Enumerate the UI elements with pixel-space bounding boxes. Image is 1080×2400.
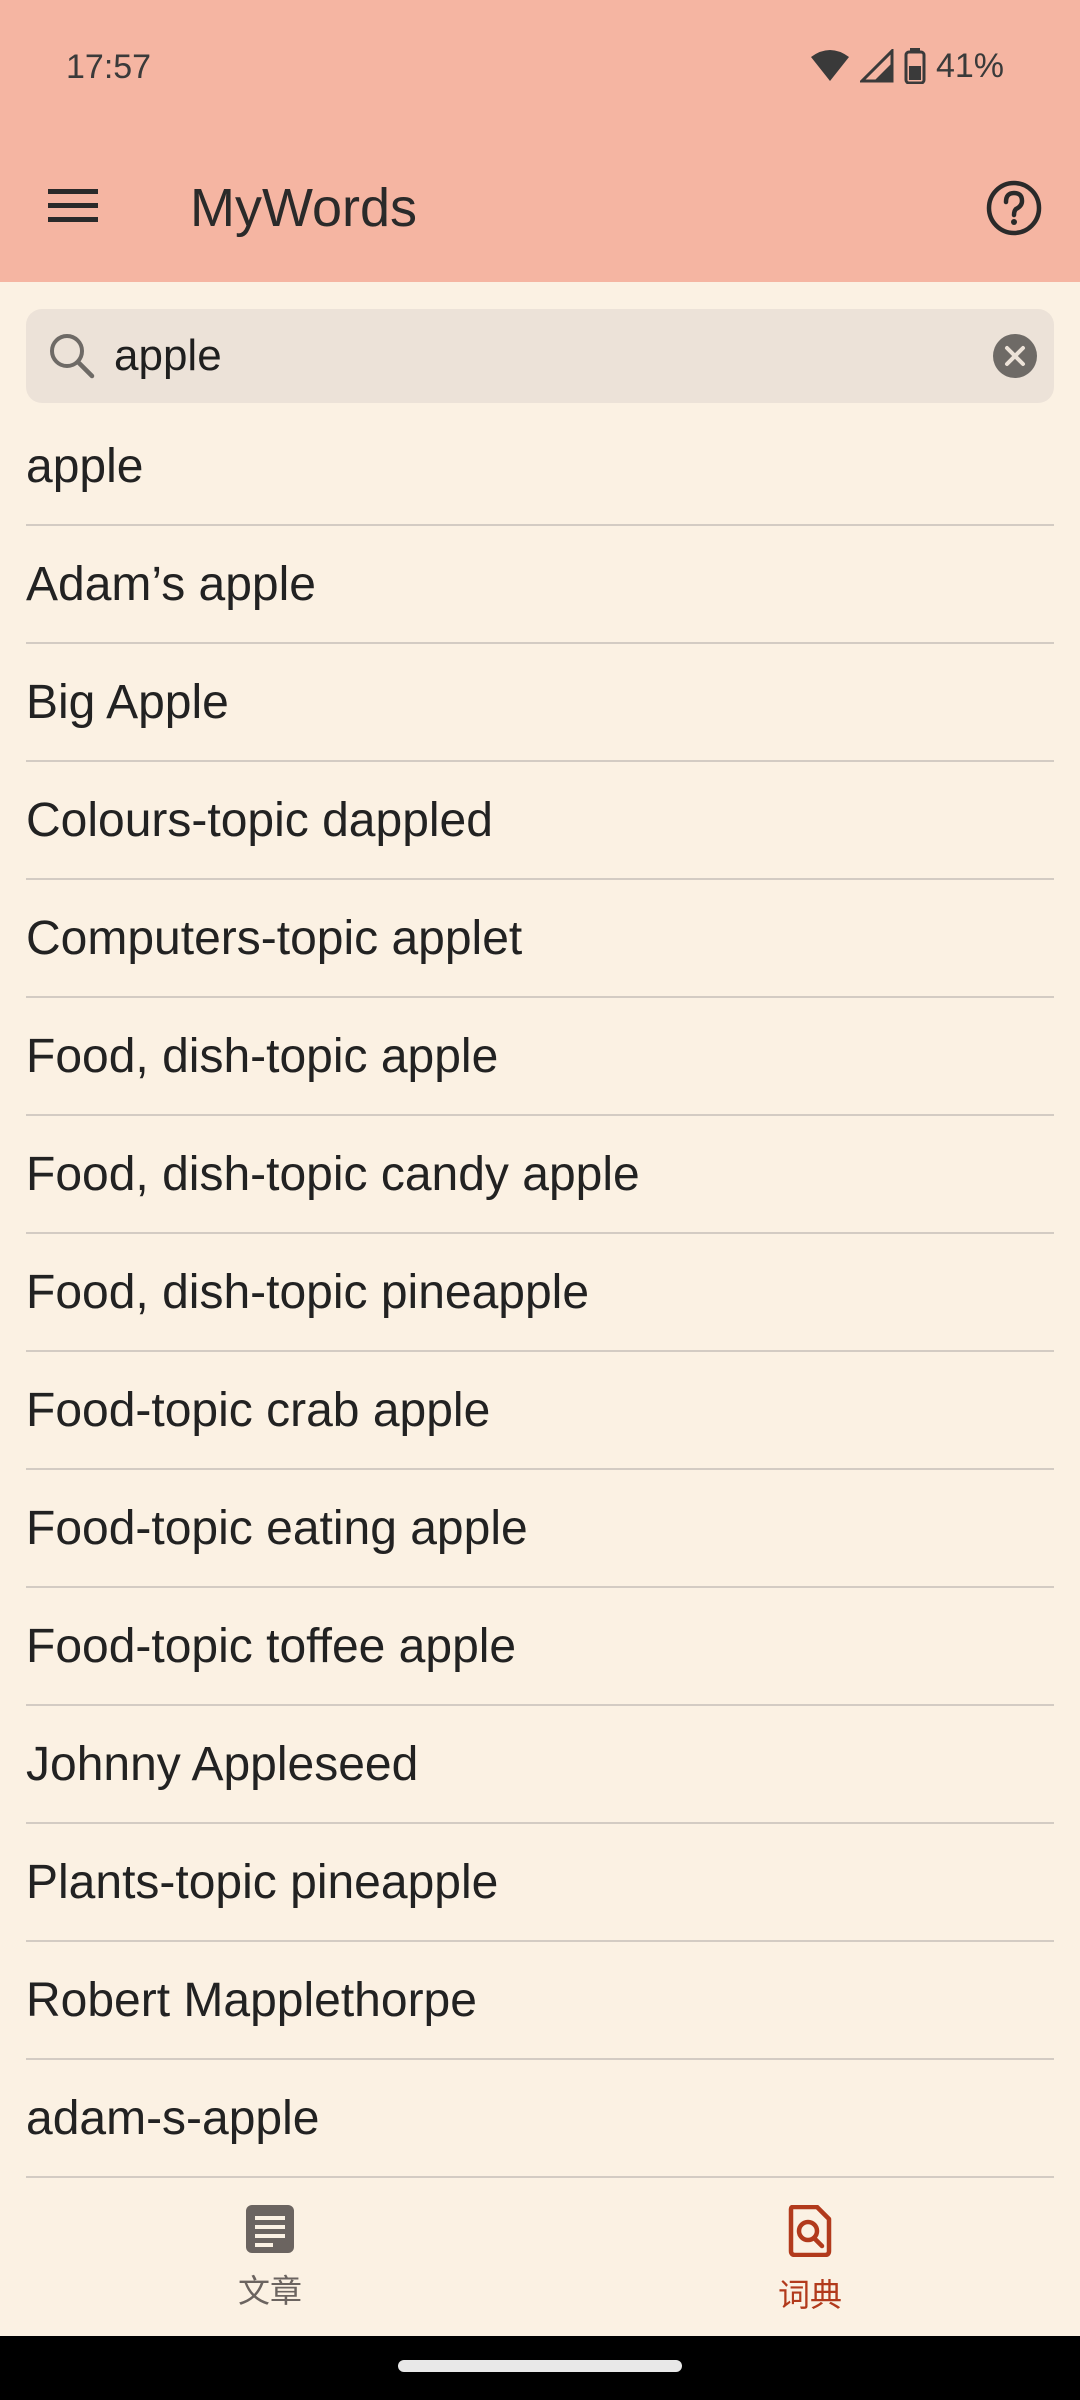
nav-item-dictionary[interactable]: 词典 bbox=[720, 2204, 900, 2325]
clear-icon bbox=[993, 334, 1037, 378]
result-label: Food, dish-topic candy apple bbox=[26, 1147, 640, 1201]
search-input[interactable] bbox=[108, 309, 974, 403]
menu-icon bbox=[48, 187, 98, 230]
app-title: MyWords bbox=[190, 178, 418, 238]
status-bar: 17:57 41% bbox=[0, 0, 1080, 134]
search-bar bbox=[26, 309, 1054, 403]
result-label: apple bbox=[26, 439, 144, 493]
battery-percent: 41% bbox=[935, 46, 1004, 85]
battery-icon bbox=[904, 48, 926, 84]
menu-button[interactable] bbox=[30, 170, 116, 246]
result-item[interactable]: Food, dish-topic candy apple bbox=[26, 1116, 1054, 1234]
result-label: Robert Mapplethorpe bbox=[26, 1973, 477, 2027]
search-icon bbox=[46, 330, 98, 382]
dictionary-search-icon bbox=[787, 2204, 833, 2262]
result-item[interactable]: Food-topic toffee apple bbox=[26, 1588, 1054, 1706]
home-indicator[interactable] bbox=[398, 2360, 682, 2372]
gesture-bar bbox=[0, 2336, 1080, 2400]
result-label: Food-topic crab apple bbox=[26, 1383, 491, 1437]
result-item[interactable]: Food-topic eating apple bbox=[26, 1470, 1054, 1588]
result-item[interactable]: Plants-topic pineapple bbox=[26, 1824, 1054, 1942]
result-label: adam-s-apple bbox=[26, 2091, 320, 2145]
result-label: Computers-topic applet bbox=[26, 911, 523, 965]
result-label: Food, dish-topic apple bbox=[26, 1029, 499, 1083]
result-item[interactable]: Food-topic crab apple bbox=[26, 1352, 1054, 1470]
result-item[interactable]: Colours-topic dappled bbox=[26, 762, 1054, 880]
result-item[interactable]: Adam’s apple bbox=[26, 526, 1054, 644]
nav-item-articles[interactable]: 文章 bbox=[180, 2205, 360, 2325]
bottom-navigation: 文章 词典 bbox=[0, 2181, 1080, 2336]
nav-label-dictionary: 词典 bbox=[777, 2277, 842, 2313]
result-label: Adam’s apple bbox=[26, 557, 316, 611]
result-item[interactable]: Johnny Appleseed bbox=[26, 1706, 1054, 1824]
wifi-icon bbox=[810, 49, 850, 83]
result-item[interactable]: Robert Mapplethorpe bbox=[26, 1942, 1054, 2060]
help-button[interactable] bbox=[974, 170, 1054, 250]
article-icon bbox=[246, 2205, 294, 2258]
result-label: Plants-topic pineapple bbox=[26, 1855, 499, 1909]
nav-label-articles: 文章 bbox=[237, 2273, 302, 2309]
signal-icon bbox=[859, 49, 894, 83]
status-icons: 41% bbox=[810, 44, 1004, 88]
result-label: Food, dish-topic pineapple bbox=[26, 1265, 590, 1319]
result-item[interactable]: adam-s-apple bbox=[26, 2060, 1054, 2178]
result-item[interactable]: Computers-topic applet bbox=[26, 880, 1054, 998]
result-item[interactable]: apple bbox=[26, 408, 1054, 526]
app-bar: MyWords bbox=[0, 134, 1080, 282]
result-label: Johnny Appleseed bbox=[26, 1737, 419, 1791]
clear-search-button[interactable] bbox=[992, 333, 1038, 379]
result-label: Food-topic eating apple bbox=[26, 1501, 528, 1555]
result-item[interactable]: Big Apple bbox=[26, 644, 1054, 762]
help-icon bbox=[986, 180, 1042, 241]
result-label: Colours-topic dappled bbox=[26, 793, 493, 847]
result-item[interactable]: Food, dish-topic pineapple bbox=[26, 1234, 1054, 1352]
result-item[interactable]: Food, dish-topic apple bbox=[26, 998, 1054, 1116]
result-label: Food-topic toffee apple bbox=[26, 1619, 517, 1673]
status-time: 17:57 bbox=[66, 48, 152, 86]
result-label: Big Apple bbox=[26, 675, 229, 729]
results-list: apple Adam’s apple Big Apple Colours-top… bbox=[26, 408, 1054, 2178]
